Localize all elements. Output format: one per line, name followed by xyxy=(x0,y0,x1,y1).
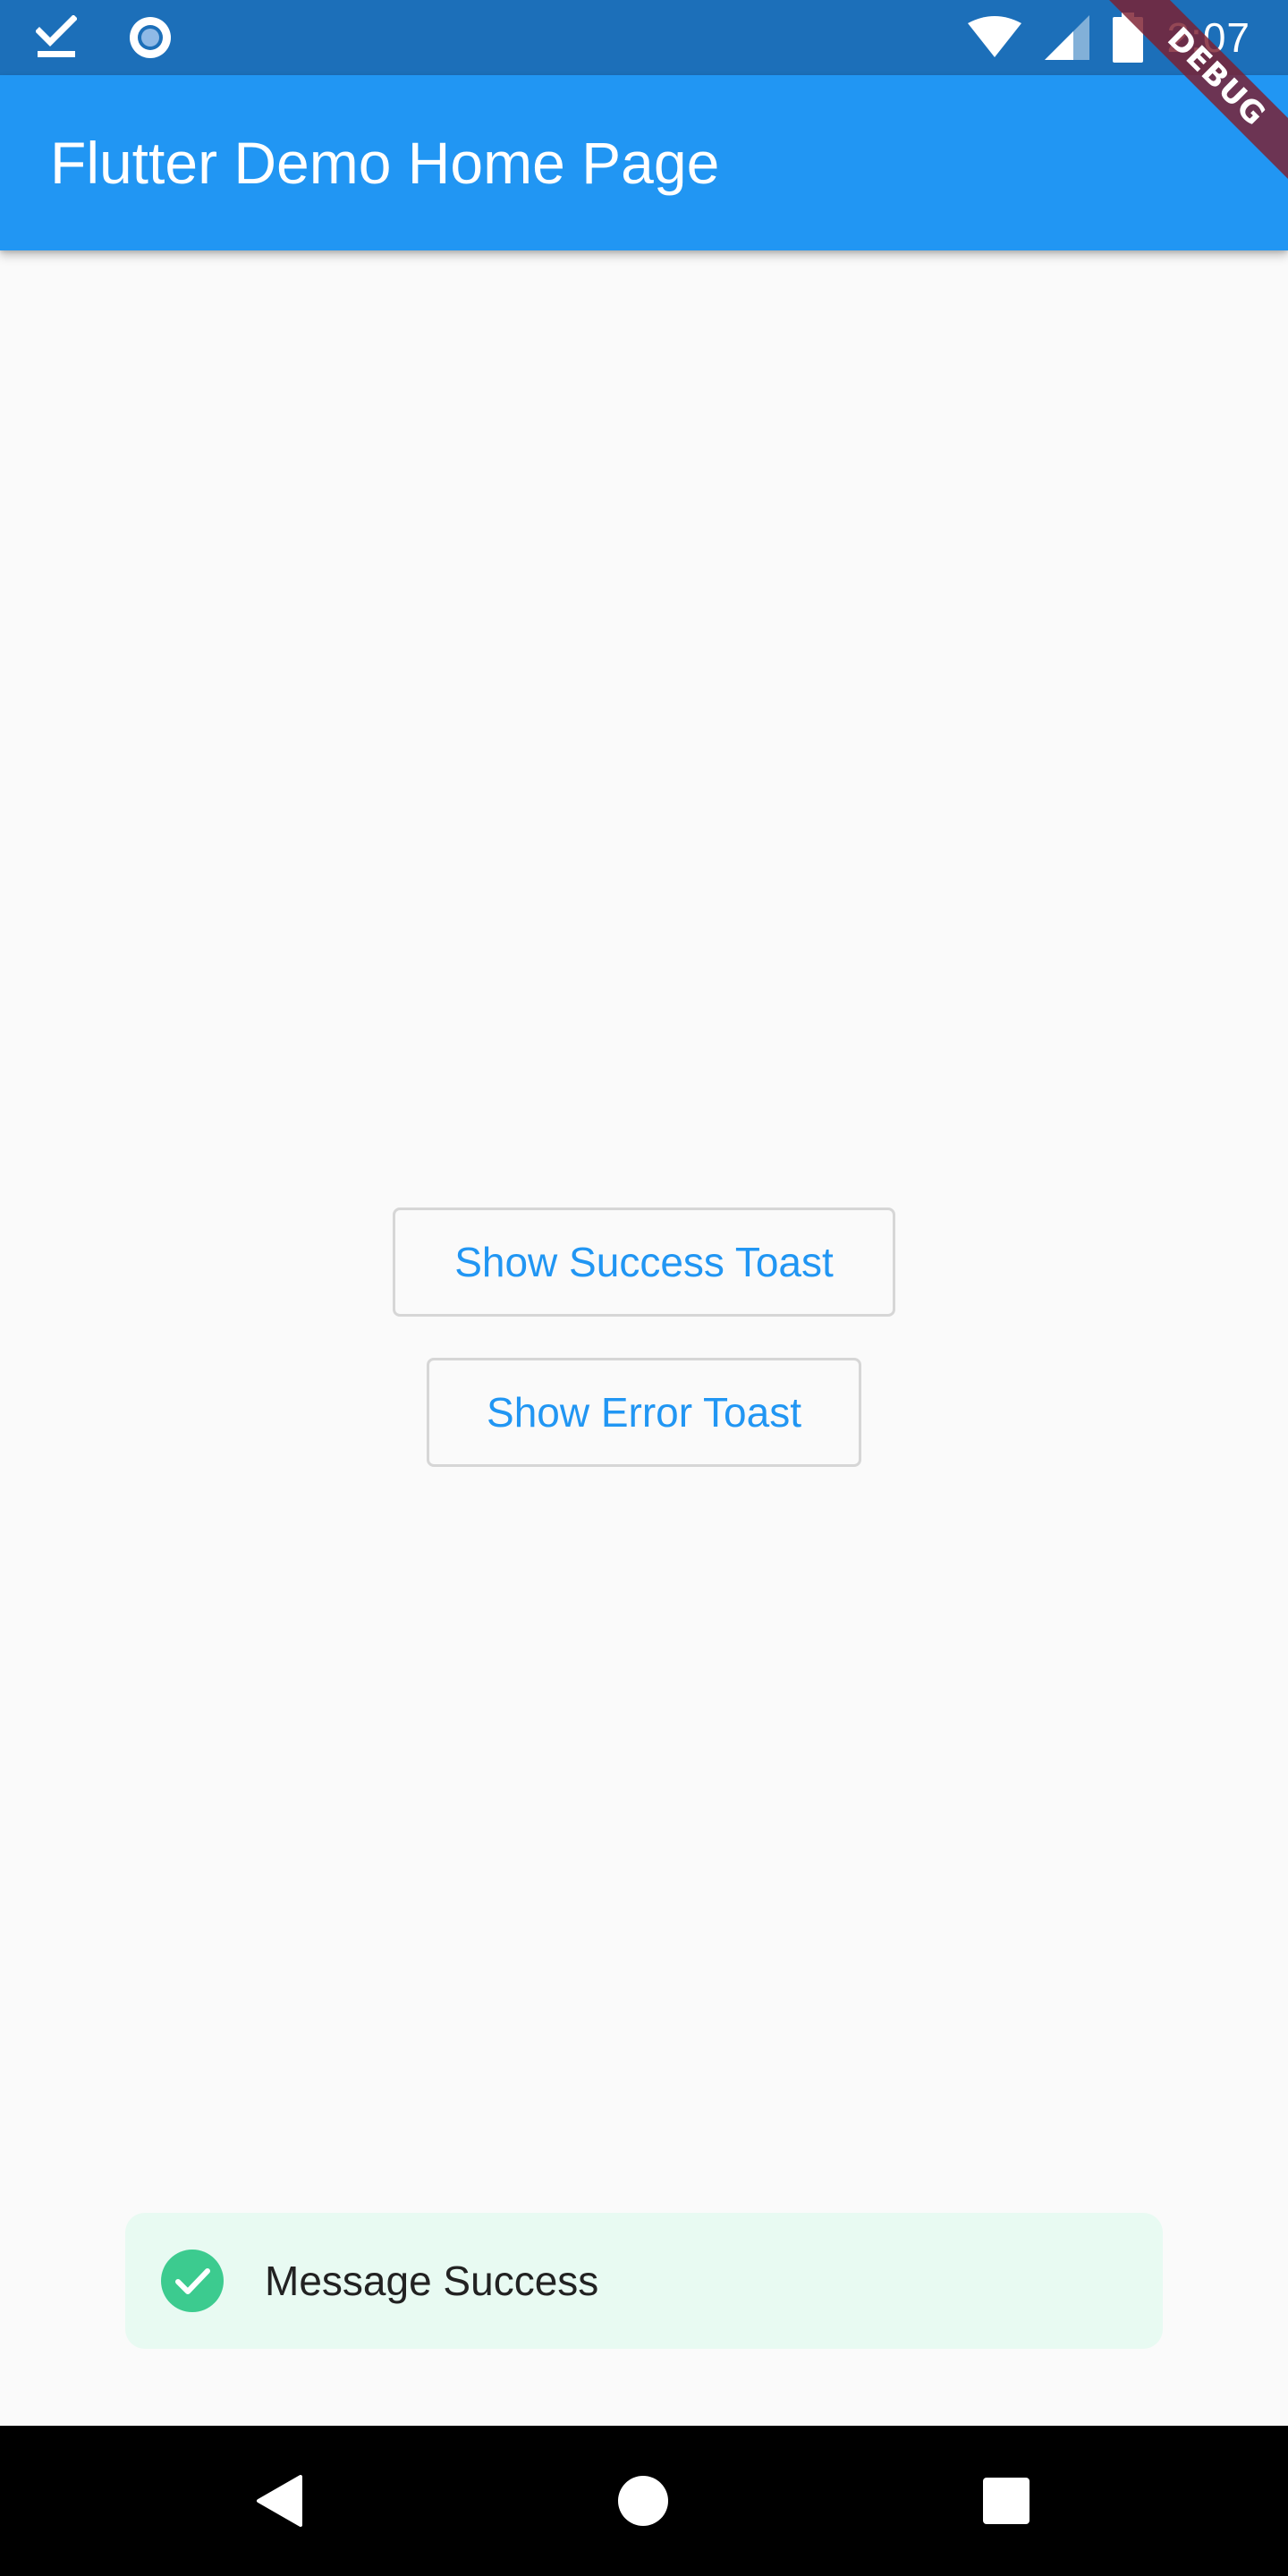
app-bar: Flutter Demo Home Page xyxy=(0,75,1288,250)
signal-icon xyxy=(1045,15,1090,60)
check-circle-icon xyxy=(161,2250,224,2312)
show-error-toast-button[interactable]: Show Error Toast xyxy=(427,1358,861,1467)
success-toast: Message Success xyxy=(125,2213,1163,2349)
app-screen: 2:07 DEBUG Flutter Demo Home Page Show S… xyxy=(0,0,1288,2576)
status-left-icons xyxy=(36,13,174,63)
wifi-icon xyxy=(968,16,1022,59)
status-bar: 2:07 xyxy=(0,0,1288,75)
home-icon[interactable] xyxy=(617,2475,669,2527)
record-icon xyxy=(127,14,174,61)
recent-apps-icon[interactable] xyxy=(982,2477,1030,2525)
page-title: Flutter Demo Home Page xyxy=(50,130,720,196)
back-icon[interactable] xyxy=(256,2475,302,2527)
show-success-toast-button[interactable]: Show Success Toast xyxy=(393,1208,895,1317)
toast-message: Message Success xyxy=(265,2258,599,2304)
navigation-bar xyxy=(0,2426,1288,2576)
download-check-icon xyxy=(36,15,77,60)
